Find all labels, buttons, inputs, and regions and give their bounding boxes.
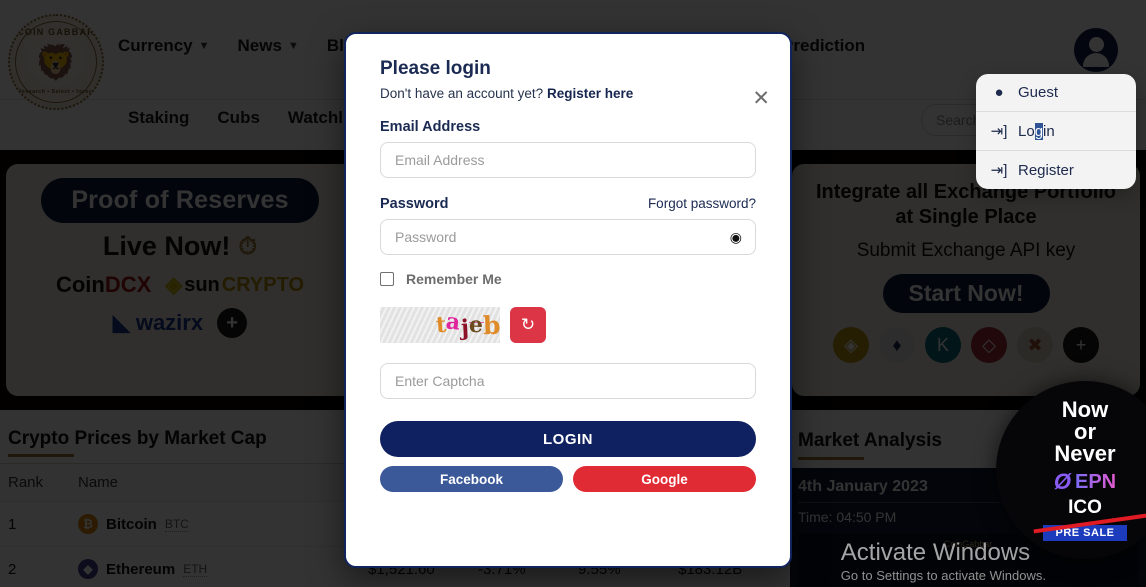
- ad-brand-name: EPN: [1075, 470, 1117, 493]
- modal-subtitle: Don't have an account yet? Register here: [380, 86, 756, 101]
- remember-me-group: Remember Me: [380, 271, 756, 287]
- facebook-login-button[interactable]: Facebook: [380, 466, 563, 492]
- login-button[interactable]: LOGIN: [380, 421, 756, 457]
- activate-windows-watermark: Activate Windows Go to Settings to activ…: [841, 539, 1046, 583]
- remember-me-label: Remember Me: [406, 271, 502, 287]
- ad-line2: or: [1074, 419, 1096, 444]
- ad-line3: Never: [1054, 441, 1116, 466]
- ad-line1: Now: [1061, 397, 1109, 422]
- login-modal: ✕ Please login Don't have an account yet…: [344, 32, 792, 568]
- register-here-link[interactable]: Register here: [547, 86, 633, 101]
- watermark-line1: Activate Windows: [840, 539, 1031, 566]
- refresh-icon[interactable]: ↻: [510, 307, 546, 343]
- password-field[interactable]: [380, 219, 756, 255]
- menu-label: Register: [1018, 161, 1074, 179]
- watermark-line2: Go to Settings to activate Windows.: [840, 568, 1046, 583]
- google-login-button[interactable]: Google: [573, 466, 756, 492]
- email-field[interactable]: [380, 142, 756, 178]
- user-menu-dropdown: ● Guest ⇥] Login ⇥] Register: [976, 74, 1136, 189]
- user-circle-icon: ●: [994, 84, 1004, 101]
- modal-subtitle-text: Don't have an account yet?: [380, 86, 544, 101]
- captcha-input-group: [380, 363, 756, 399]
- captcha-group: t a j e b ↻: [380, 307, 756, 343]
- ad-brand: Ø EPN: [1054, 469, 1116, 495]
- captcha-char: b: [482, 310, 500, 340]
- menu-item-login[interactable]: ⇥] Login: [976, 112, 1136, 151]
- forgot-password-link[interactable]: Forgot password?: [648, 196, 756, 211]
- login-arrow-icon: ⇥]: [990, 123, 1008, 140]
- social-login-row: Facebook Google: [380, 466, 756, 492]
- close-icon[interactable]: ✕: [752, 88, 770, 109]
- ad-presale-badge: PRE SALE: [1033, 508, 1146, 541]
- menu-item-register[interactable]: ⇥] Register: [976, 151, 1136, 189]
- app-root: COIN GABBAR 🦁 Research • Select • Invest…: [0, 0, 1146, 587]
- login-arrow-icon: ⇥]: [990, 162, 1008, 179]
- password-field-group: Password Forgot password? ◉: [380, 196, 756, 255]
- captcha-input[interactable]: [380, 363, 756, 399]
- captcha-image: t a j e b: [380, 307, 500, 343]
- modal-title: Please login: [380, 58, 491, 79]
- captcha-char: e: [468, 311, 483, 339]
- remember-me-checkbox[interactable]: [380, 272, 394, 286]
- captcha-char: a: [444, 308, 462, 336]
- menu-label: Login: [1018, 122, 1055, 140]
- menu-label: Guest: [1018, 84, 1059, 101]
- ad-ico-label: ICO: [1068, 497, 1102, 518]
- email-label: Email Address: [380, 119, 481, 135]
- menu-item-guest[interactable]: ● Guest: [976, 74, 1136, 112]
- eye-icon[interactable]: ◉: [730, 230, 742, 244]
- email-field-group: Email Address: [380, 119, 756, 178]
- password-label: Password: [380, 196, 449, 212]
- epn-mark-icon: Ø: [1053, 469, 1071, 494]
